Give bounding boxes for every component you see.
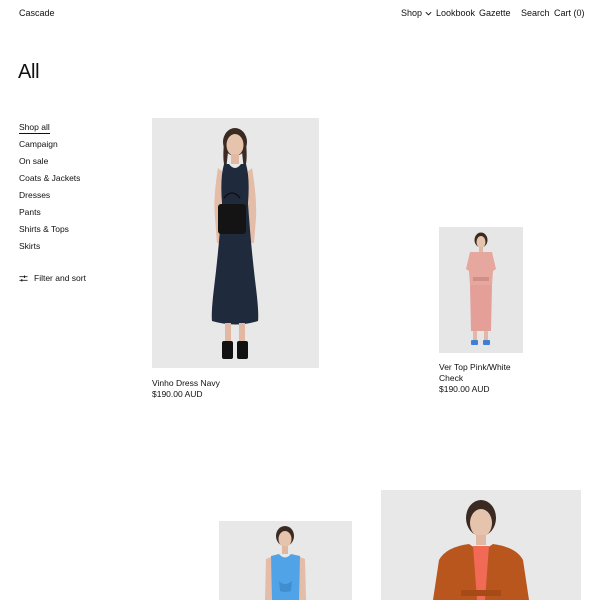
category-label: Coats & Jackets <box>19 173 81 183</box>
category-item-on-sale[interactable]: On sale <box>19 155 80 172</box>
nav-shop-label: Shop <box>401 8 423 18</box>
sliders-icon <box>19 275 28 281</box>
nav-cart[interactable]: Cart (0) <box>554 8 585 18</box>
product-photo <box>219 521 352 600</box>
chevron-down-icon <box>425 11 432 15</box>
nav-search[interactable]: Search <box>521 8 550 18</box>
nav-gazette[interactable]: Gazette <box>479 8 511 18</box>
product-image-rust-jacket[interactable] <box>381 490 581 600</box>
category-label: Shirts & Tops <box>19 224 69 234</box>
product-photo <box>152 118 319 368</box>
product-image-blue-dress[interactable] <box>219 521 352 600</box>
category-item-campaign[interactable]: Campaign <box>19 138 80 155</box>
filter-and-sort-label: Filter and sort <box>34 273 86 283</box>
nav-shop[interactable]: Shop <box>401 8 433 18</box>
brand-logo[interactable]: Cascade <box>19 8 55 18</box>
category-label: Pants <box>19 207 41 217</box>
product-photo <box>381 490 581 600</box>
product-price: $190.00 AUD <box>439 384 490 394</box>
product-image-vinho-dress[interactable] <box>152 118 319 368</box>
nav-lookbook[interactable]: Lookbook <box>436 8 475 18</box>
category-item-pants[interactable]: Pants <box>19 206 80 223</box>
filter-and-sort-button[interactable]: Filter and sort <box>19 273 86 283</box>
category-label: Skirts <box>19 241 41 251</box>
category-item-shop-all[interactable]: Shop all <box>19 121 80 138</box>
category-item-dresses[interactable]: Dresses <box>19 189 80 206</box>
product-name[interactable]: Ver Top Pink/White Check <box>439 362 529 384</box>
category-label: Shop all <box>19 122 50 134</box>
category-item-skirts[interactable]: Skirts <box>19 240 80 257</box>
product-photo <box>439 227 523 353</box>
page-title: All <box>18 61 40 83</box>
category-label: Dresses <box>19 190 51 200</box>
category-label: On sale <box>19 156 49 166</box>
product-name[interactable]: Vinho Dress Navy <box>152 378 322 389</box>
product-price: $190.00 AUD <box>152 389 203 399</box>
product-image-ver-top[interactable] <box>439 227 523 353</box>
category-label: Campaign <box>19 139 58 149</box>
category-list: Shop all Campaign On sale Coats & Jacket… <box>19 121 80 257</box>
category-item-coats-jackets[interactable]: Coats & Jackets <box>19 172 80 189</box>
category-item-shirts-tops[interactable]: Shirts & Tops <box>19 223 80 240</box>
